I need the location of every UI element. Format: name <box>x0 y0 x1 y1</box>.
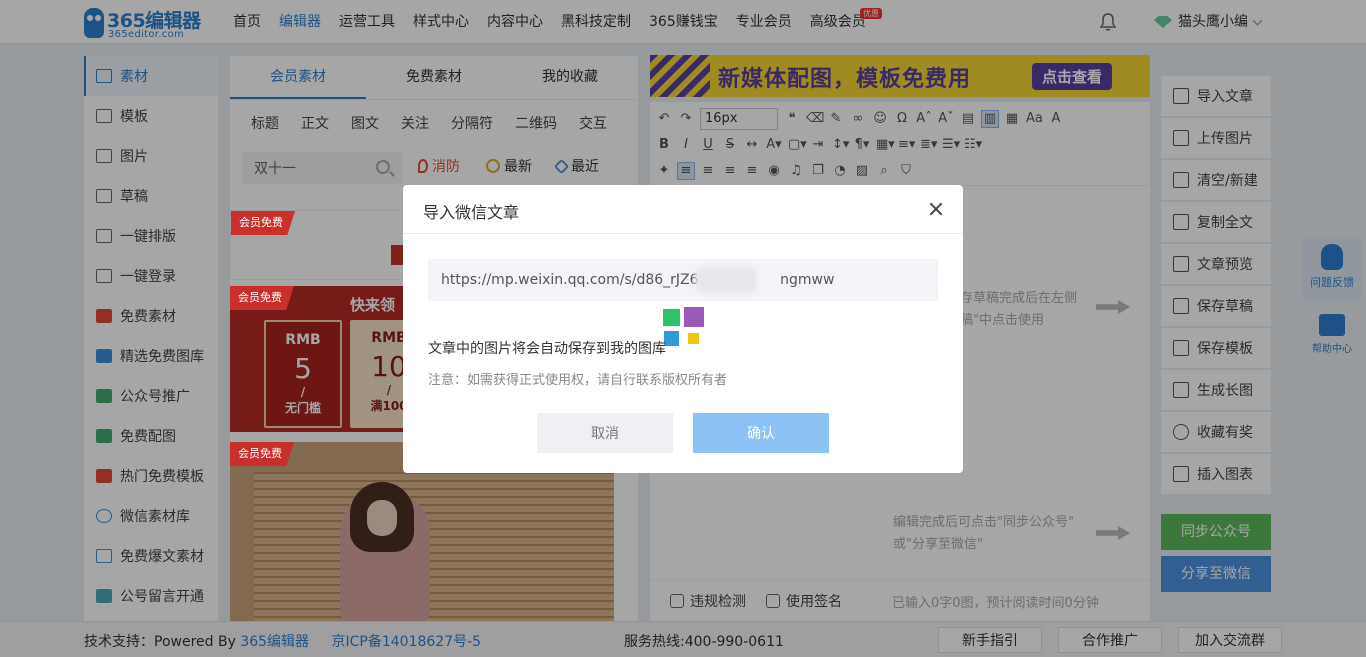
article-url-input[interactable] <box>428 259 938 301</box>
dialog-info: 文章中的图片将会自动保存到我的图库 <box>428 341 666 357</box>
member-free-tag: 会员免费 <box>231 211 295 235</box>
loader-square <box>688 333 699 344</box>
dialog-note: 注意：如需获得正式使用权，请自行联系版权所有者 <box>428 373 728 388</box>
loader-square <box>664 331 679 346</box>
import-article-dialog: 导入微信文章 文章中的图片将会自动保存到我的图库 注意：如需获得正式使用权，请自… <box>403 185 963 473</box>
confirm-button[interactable]: 确认 <box>693 413 829 453</box>
redacted-blur <box>695 267 757 293</box>
loader-square <box>684 307 704 327</box>
dialog-header: 导入微信文章 <box>403 185 963 234</box>
loading-spinner-icon <box>663 307 707 351</box>
member-free-tag: 会员免费 <box>230 286 294 310</box>
close-icon[interactable] <box>927 199 947 219</box>
loader-square <box>663 309 680 326</box>
dialog-title: 导入微信文章 <box>423 203 520 222</box>
cancel-button[interactable]: 取消 <box>537 413 673 453</box>
member-free-tag: 会员免费 <box>230 442 294 466</box>
